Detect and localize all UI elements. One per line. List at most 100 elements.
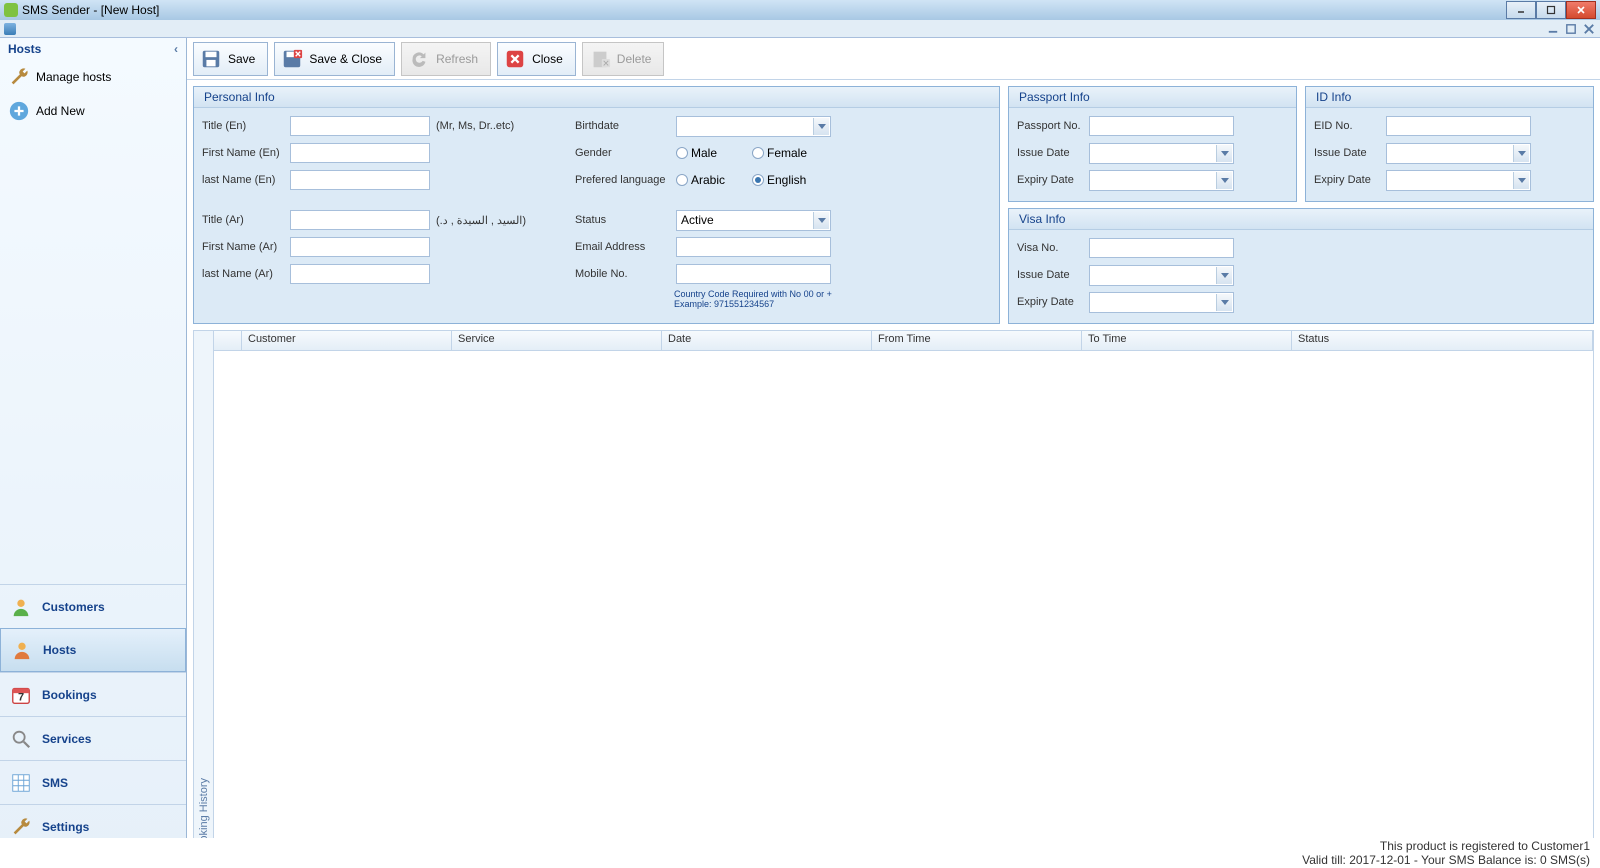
nav-label: Services [42, 732, 91, 746]
maximize-button[interactable] [1536, 1, 1566, 19]
passport-expiry-dropdown[interactable] [1089, 170, 1234, 191]
col-service[interactable]: Service [452, 331, 662, 350]
eid-no-label: EID No. [1314, 120, 1380, 132]
fname-ar-input[interactable] [290, 237, 430, 257]
status-dropdown[interactable]: Active [676, 210, 831, 231]
lname-en-input[interactable] [290, 170, 430, 190]
lang-arabic-radio[interactable]: Arabic [676, 173, 746, 187]
mobile-input[interactable] [676, 264, 831, 284]
lang-english-radio[interactable]: English [752, 173, 806, 187]
col-status[interactable]: Status [1292, 331, 1593, 350]
save-close-button[interactable]: Save & Close [274, 42, 395, 76]
birthdate-dropdown[interactable] [676, 116, 831, 137]
booking-history-label[interactable]: Booking History [194, 331, 214, 861]
nav-label: SMS [42, 776, 68, 790]
visa-issue-label: Issue Date [1017, 269, 1083, 281]
eid-no-input[interactable] [1386, 116, 1531, 136]
mdi-minimize-button[interactable] [1546, 22, 1560, 36]
mdi-close-button[interactable] [1582, 22, 1596, 36]
mobile-label: Mobile No. [575, 268, 670, 280]
fname-en-input[interactable] [290, 143, 430, 163]
panel-title: Visa Info [1009, 209, 1593, 230]
status-label: Status [575, 214, 670, 226]
birthdate-label: Birthdate [575, 120, 670, 132]
nav-services[interactable]: Services [0, 716, 186, 760]
chevron-down-icon [1216, 294, 1232, 311]
passport-no-label: Passport No. [1017, 120, 1083, 132]
nav-label: Settings [42, 820, 89, 834]
save-button[interactable]: Save [193, 42, 268, 76]
passport-info-panel: Passport Info Passport No. Issue Date Ex… [1008, 86, 1297, 202]
chevron-down-icon [1216, 145, 1232, 162]
lang-label: Prefered language [575, 174, 670, 186]
collapse-sidebar-icon[interactable]: ‹ [174, 42, 178, 56]
visa-no-input[interactable] [1089, 238, 1234, 258]
table-body [214, 351, 1593, 861]
panel-title: ID Info [1306, 87, 1593, 108]
host-icon [4, 23, 16, 35]
magnifier-icon [10, 728, 32, 750]
lname-en-label: last Name (En) [202, 174, 284, 186]
fname-en-label: First Name (En) [202, 147, 284, 159]
wrench-icon [10, 816, 32, 838]
sidebar-item-label: Add New [36, 104, 85, 118]
nav-sms[interactable]: SMS [0, 760, 186, 804]
chevron-down-icon [813, 118, 829, 135]
email-input[interactable] [676, 237, 831, 257]
minimize-button[interactable] [1506, 1, 1536, 19]
sidebar-item-manage-hosts[interactable]: Manage hosts [0, 60, 186, 94]
chevron-down-icon [813, 212, 829, 229]
fname-ar-label: First Name (Ar) [202, 241, 284, 253]
nav-label: Hosts [43, 643, 76, 657]
mdi-bar [0, 20, 1600, 38]
title-ar-hint: (.السيد , السيدة , د) [436, 214, 526, 227]
radio-icon [752, 174, 764, 186]
col-to-time[interactable]: To Time [1082, 331, 1292, 350]
person-icon [10, 596, 32, 618]
grid-icon [10, 772, 32, 794]
title-ar-label: Title (Ar) [202, 214, 284, 226]
passport-no-input[interactable] [1089, 116, 1234, 136]
nav-hosts[interactable]: Hosts [0, 628, 186, 672]
toolbar: Save Save & Close Refresh Close Delete [187, 38, 1600, 80]
id-issue-dropdown[interactable] [1386, 143, 1531, 164]
delete-icon [589, 48, 611, 70]
radio-icon [752, 147, 764, 159]
sidebar-title: Hosts [8, 42, 41, 56]
status-line-2: Valid till: 2017-12-01 - Your SMS Balanc… [1302, 853, 1590, 867]
title-ar-input[interactable] [290, 210, 430, 230]
close-button[interactable]: Close [497, 42, 576, 76]
visa-no-label: Visa No. [1017, 242, 1083, 254]
booking-history-panel: Booking History Customer Service Date Fr… [193, 330, 1594, 862]
sidebar-item-add-new[interactable]: Add New [0, 94, 186, 128]
title-bar: SMS Sender - [New Host] [0, 0, 1600, 20]
id-issue-label: Issue Date [1314, 147, 1380, 159]
col-date[interactable]: Date [662, 331, 872, 350]
passport-issue-dropdown[interactable] [1089, 143, 1234, 164]
radio-icon [676, 174, 688, 186]
close-window-button[interactable] [1566, 1, 1596, 19]
visa-expiry-dropdown[interactable] [1089, 292, 1234, 313]
title-en-input[interactable] [290, 116, 430, 136]
window-title: SMS Sender - [New Host] [22, 3, 1506, 17]
refresh-button[interactable]: Refresh [401, 42, 491, 76]
delete-button[interactable]: Delete [582, 42, 665, 76]
nav-customers[interactable]: Customers [0, 584, 186, 628]
id-expiry-dropdown[interactable] [1386, 170, 1531, 191]
col-from-time[interactable]: From Time [872, 331, 1082, 350]
refresh-icon [408, 48, 430, 70]
lname-ar-input[interactable] [290, 264, 430, 284]
chevron-down-icon [1513, 172, 1529, 189]
mdi-restore-button[interactable] [1564, 22, 1578, 36]
gender-male-radio[interactable]: Male [676, 146, 746, 160]
row-selector-header[interactable] [214, 331, 242, 350]
gender-female-radio[interactable]: Female [752, 146, 807, 160]
title-en-label: Title (En) [202, 120, 284, 132]
nav-bookings[interactable]: 7 Bookings [0, 672, 186, 716]
gender-label: Gender [575, 147, 670, 159]
col-customer[interactable]: Customer [242, 331, 452, 350]
visa-issue-dropdown[interactable] [1089, 265, 1234, 286]
plus-icon [8, 100, 30, 122]
email-label: Email Address [575, 241, 670, 253]
save-close-icon [281, 48, 303, 70]
